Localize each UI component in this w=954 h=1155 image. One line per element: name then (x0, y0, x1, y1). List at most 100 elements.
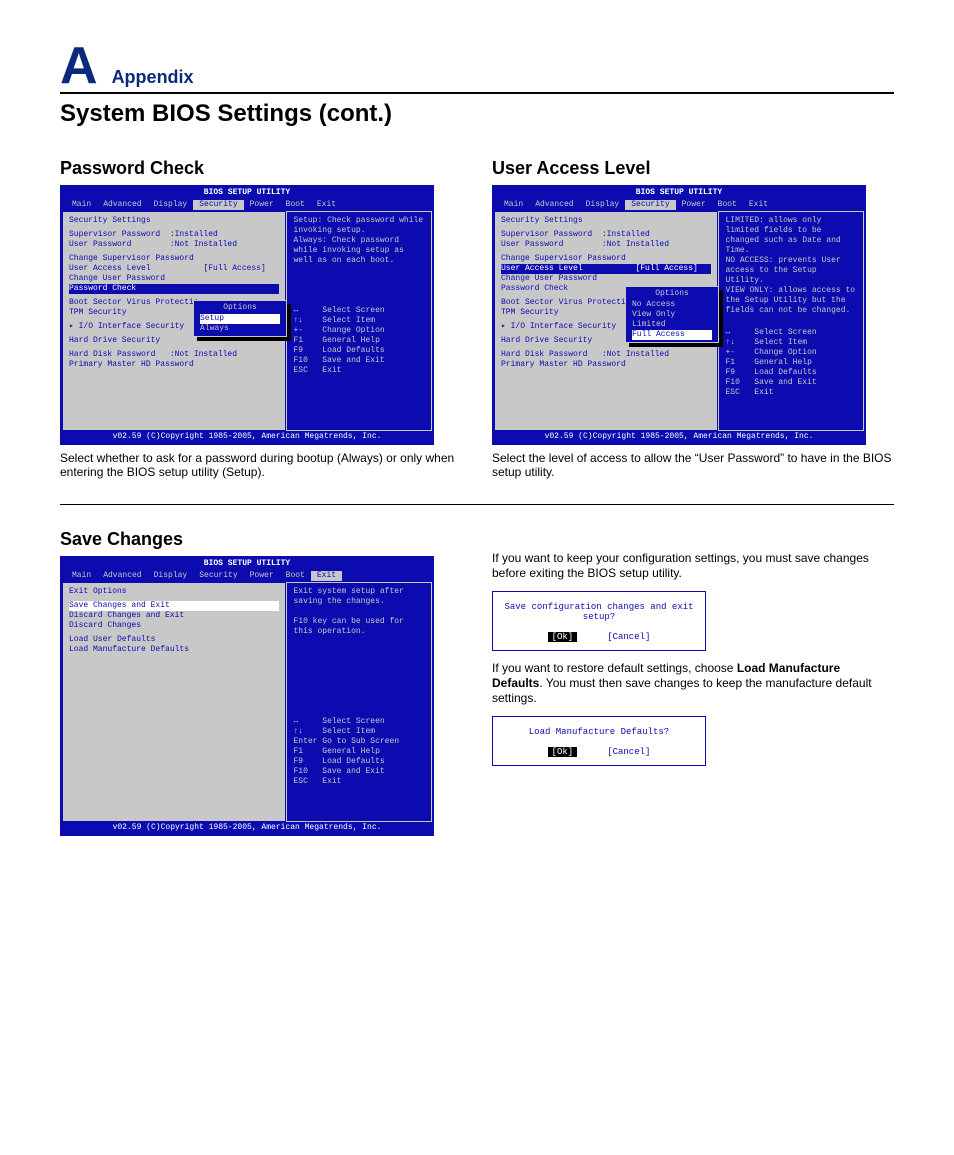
appendix-letter: A (60, 40, 98, 92)
bios-title: BIOS SETUP UTILITY (494, 187, 864, 199)
menu-power[interactable]: Power (244, 571, 280, 581)
nav-l6: ESC Exit (293, 366, 425, 376)
menu-security[interactable]: Security (625, 200, 675, 210)
load-defaults-dialog: Load Manufacture Defaults? [Ok] [Cancel] (492, 716, 706, 766)
nav-l3: F1 General Help (725, 358, 857, 368)
password-check-heading: Password Check (60, 158, 462, 179)
dialog-message: Save configuration changes and exit setu… (499, 602, 699, 622)
bios-title: BIOS SETUP UTILITY (62, 187, 432, 199)
row-discard-and-exit[interactable]: Discard Changes and Exit (69, 611, 279, 621)
bios-footer: v02.59 (C)Copyright 1985-2005, American … (62, 822, 432, 834)
dialog-ok-button[interactable]: [Ok] (548, 632, 578, 642)
row-change-sup-pw[interactable]: Change Supervisor Password (69, 254, 279, 264)
nav-l0: ↔ Select Screen (293, 717, 425, 727)
nav-l1: ↑↓ Select Item (293, 727, 425, 737)
menu-main[interactable]: Main (498, 200, 529, 210)
row-supervisor-pw: Supervisor Password :Installed (501, 230, 711, 240)
row-save-and-exit[interactable]: Save Changes and Exit (69, 601, 279, 611)
nav-l1: ↑↓ Select Item (725, 338, 857, 348)
bios-title: BIOS SETUP UTILITY (62, 558, 432, 570)
menu-display[interactable]: Display (148, 200, 194, 210)
user-access-popup: Options No Access View Only Limited Full… (625, 286, 719, 343)
bios-menubar: Main Advanced Display Security Power Boo… (62, 199, 432, 211)
dialog-cancel-button[interactable]: [Cancel] (607, 747, 650, 757)
bios-right-pane: Exit system setup after saving the chang… (286, 582, 432, 822)
menu-display[interactable]: Display (580, 200, 626, 210)
nav-l2b: Enter Go to Sub Screen (293, 737, 425, 747)
dialog-ok-button[interactable]: [Ok] (548, 747, 578, 757)
bios-screenshot-save-changes: BIOS SETUP UTILITY Main Advanced Display… (60, 556, 434, 836)
row-user-pw: User Password :Not Installed (501, 240, 711, 250)
bios-nav: ↔ Select Screen ↑↓ Select Item +- Change… (725, 328, 857, 398)
menu-advanced[interactable]: Advanced (529, 200, 579, 210)
row-change-sup-pw[interactable]: Change Supervisor Password (501, 254, 711, 264)
menu-power[interactable]: Power (244, 200, 280, 210)
menu-power[interactable]: Power (676, 200, 712, 210)
user-access-caption: Select the level of access to allow the … (492, 451, 894, 480)
menu-display[interactable]: Display (148, 571, 194, 581)
menu-boot[interactable]: Boot (712, 200, 743, 210)
sec-heading: Security Settings (69, 216, 279, 226)
row-load-manufacture-defaults[interactable]: Load Manufacture Defaults (69, 645, 279, 655)
bios-nav: ↔ Select Screen ↑↓ Select Item +- Change… (293, 306, 425, 376)
nav-l1: ↑↓ Select Item (293, 316, 425, 326)
row-primary-hd-pw[interactable]: Primary Master HD Password (69, 360, 279, 370)
row-primary-hd-pw[interactable]: Primary Master HD Password (501, 360, 711, 370)
row-hdd-pw: Hard Disk Password :Not Installed (69, 350, 279, 360)
bios-screenshot-password-check: BIOS SETUP UTILITY Main Advanced Display… (60, 185, 434, 445)
nav-l0: ↔ Select Screen (293, 306, 425, 316)
bios-nav: ↔ Select Screen ↑↓ Select Item Enter Go … (293, 717, 425, 787)
dialog-cancel-button[interactable]: [Cancel] (607, 632, 650, 642)
row-hdd-pw: Hard Disk Password :Not Installed (501, 350, 711, 360)
popup-title: Options (632, 289, 712, 299)
menu-boot[interactable]: Boot (280, 571, 311, 581)
row-password-check[interactable]: Password Check (69, 284, 279, 294)
help-text: Exit system setup after saving the chang… (293, 587, 425, 637)
row-load-user-defaults[interactable]: Load User Defaults (69, 635, 279, 645)
nav-l4: F9 Load Defaults (725, 368, 857, 378)
save-changes-para2: If you want to restore default settings,… (492, 661, 894, 706)
bios-left-pane: Security Settings Supervisor Password :I… (494, 211, 718, 431)
appendix-label: Appendix (112, 67, 194, 88)
menu-exit[interactable]: Exit (743, 200, 774, 210)
bios-footer: v02.59 (C)Copyright 1985-2005, American … (494, 431, 864, 443)
bios-left-pane: Security Settings Supervisor Password :I… (62, 211, 286, 431)
bios-menubar: Main Advanced Display Security Power Boo… (494, 199, 864, 211)
menu-exit[interactable]: Exit (311, 200, 342, 210)
nav-l3: F1 General Help (293, 336, 425, 346)
nav-l4: F9 Load Defaults (293, 346, 425, 356)
bios-right-pane: LIMITED: allows only limited fields to b… (718, 211, 864, 431)
menu-main[interactable]: Main (66, 200, 97, 210)
popup-option-view-only[interactable]: View Only (632, 310, 712, 320)
menu-boot[interactable]: Boot (280, 200, 311, 210)
popup-option-limited[interactable]: Limited (632, 320, 712, 330)
user-access-heading: User Access Level (492, 158, 894, 179)
row-user-pw: User Password :Not Installed (69, 240, 279, 250)
row-user-access-level[interactable]: User Access Level [Full Access] (69, 264, 279, 274)
menu-advanced[interactable]: Advanced (97, 571, 147, 581)
nav-l5: F10 Save and Exit (725, 378, 857, 388)
popup-option-setup[interactable]: Setup (200, 314, 280, 324)
row-supervisor-pw: Supervisor Password :Installed (69, 230, 279, 240)
row-user-access-level[interactable]: User Access Level [Full Access] (501, 264, 711, 274)
row-change-user-pw[interactable]: Change User Password (69, 274, 279, 284)
page-title: System BIOS Settings (cont.) (60, 100, 894, 128)
nav-l6: ESC Exit (725, 388, 857, 398)
popup-option-no-access[interactable]: No Access (632, 300, 712, 310)
exit-heading: Exit Options (69, 587, 279, 597)
menu-exit[interactable]: Exit (311, 571, 342, 581)
help-text: LIMITED: allows only limited fields to b… (725, 216, 857, 316)
popup-option-full-access[interactable]: Full Access (632, 330, 712, 340)
menu-main[interactable]: Main (66, 571, 97, 581)
row-discard-changes[interactable]: Discard Changes (69, 621, 279, 631)
nav-l2: +- Change Option (725, 348, 857, 358)
menu-advanced[interactable]: Advanced (97, 200, 147, 210)
bios-screenshot-user-access: BIOS SETUP UTILITY Main Advanced Display… (492, 185, 866, 445)
nav-l3: F1 General Help (293, 747, 425, 757)
popup-option-always[interactable]: Always (200, 324, 280, 334)
menu-security[interactable]: Security (193, 200, 243, 210)
password-check-caption: Select whether to ask for a password dur… (60, 451, 462, 480)
row-change-user-pw[interactable]: Change User Password (501, 274, 711, 284)
section-divider (60, 504, 894, 505)
menu-security[interactable]: Security (193, 571, 243, 581)
